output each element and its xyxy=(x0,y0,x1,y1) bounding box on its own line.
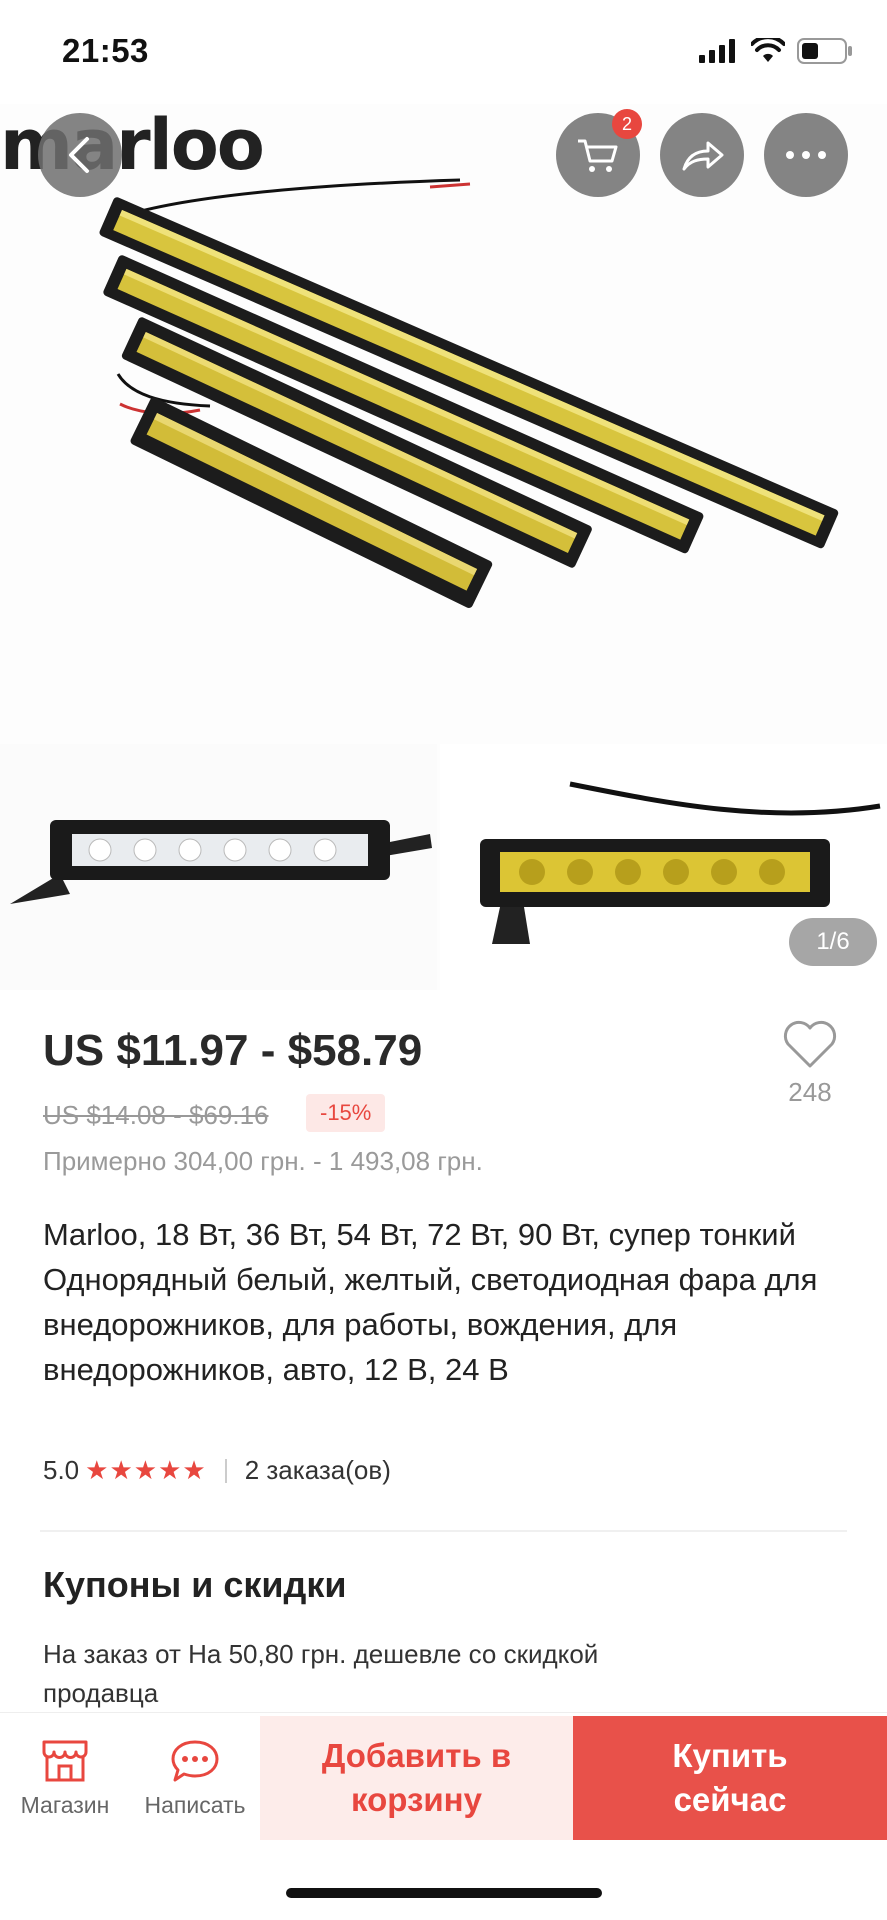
product-main-image xyxy=(0,104,887,744)
product-image-gallery[interactable] xyxy=(0,104,887,990)
rating-row[interactable]: 5.0 ★★★★★ 2 заказа(ов) xyxy=(43,1455,391,1486)
cart-badge: 2 xyxy=(612,109,642,139)
store-label: Магазин xyxy=(20,1791,110,1818)
rating-value: 5.0 xyxy=(43,1455,80,1485)
product-thumbnail-white[interactable] xyxy=(0,744,437,990)
chat-icon xyxy=(171,1740,219,1781)
home-indicator[interactable] xyxy=(286,1888,602,1898)
approx-price: Примерно 304,00 грн. - 1 493,08 грн. xyxy=(43,1146,483,1176)
wifi-icon xyxy=(751,38,785,62)
store-icon xyxy=(42,1740,88,1781)
orders-count: 2 заказа(ов) xyxy=(244,1455,391,1485)
add-to-cart-label: Добавить в корзину xyxy=(321,1737,512,1818)
original-price: US $14.08 - $69.16 xyxy=(43,1100,269,1130)
buy-now-label: Купить сейчас xyxy=(672,1737,788,1818)
add-to-cart-button[interactable]: Добавить в корзину xyxy=(260,1716,573,1840)
bottom-action-bar: Магазин Написать Добавить в корзину Купи… xyxy=(0,1712,887,1842)
discount-badge: -15% xyxy=(306,1094,386,1132)
cart-icon xyxy=(578,139,618,172)
section-divider xyxy=(40,1530,847,1532)
status-icons xyxy=(699,38,853,64)
message-label: Написать xyxy=(144,1791,246,1818)
share-button[interactable] xyxy=(660,113,744,197)
coupons-title: Купоны и скидки xyxy=(43,1564,347,1605)
favorites-count: 248 xyxy=(788,1077,832,1107)
message-button[interactable]: Написать xyxy=(130,1713,260,1843)
status-time: 21:53 xyxy=(62,32,149,69)
battery-icon xyxy=(797,38,852,64)
buy-now-button[interactable]: Купить сейчас xyxy=(573,1716,887,1840)
coupon-description[interactable]: На заказ от На 50,80 грн. дешевле со ски… xyxy=(43,1635,603,1713)
back-button[interactable] xyxy=(38,113,122,197)
rating-separator xyxy=(224,1458,227,1483)
signal-icon xyxy=(699,39,735,63)
store-button[interactable]: Магазин xyxy=(0,1713,130,1843)
product-price: US $11.97 - $58.79 xyxy=(43,1026,423,1075)
more-icon xyxy=(786,151,826,159)
cart-button[interactable]: 2 xyxy=(556,109,642,197)
product-title: Marloo, 18 Вт, 36 Вт, 54 Вт, 72 Вт, 90 В… xyxy=(43,1217,818,1387)
status-bar: 21:53 xyxy=(0,0,887,104)
more-options-button[interactable] xyxy=(764,113,848,197)
favorite-button[interactable]: 248 xyxy=(780,1020,840,1108)
back-arrow-icon xyxy=(69,137,89,173)
share-icon xyxy=(682,141,724,171)
gallery-pager: 1/6 xyxy=(789,918,877,966)
rating-stars: ★★★★★ xyxy=(85,1455,207,1485)
heart-icon xyxy=(783,1020,837,1068)
